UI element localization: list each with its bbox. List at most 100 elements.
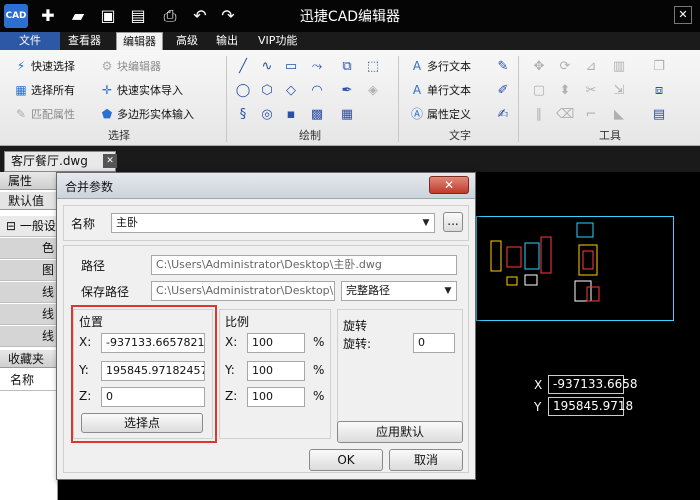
polygon-entity-input-button[interactable]: ⬟ 多边形实体输入 xyxy=(100,104,194,124)
path-mode-select[interactable]: 完整路径 ▼ xyxy=(341,281,457,301)
text-edit-icon[interactable]: ✐ xyxy=(494,82,512,100)
prop-row-color[interactable]: 色 xyxy=(0,238,58,259)
save-path-label: 保存路径 xyxy=(81,285,130,299)
ring-icon[interactable]: ◎ xyxy=(258,106,276,124)
apply-default-button[interactable]: 应用默认 xyxy=(337,421,463,443)
dialog-close-button[interactable]: ✕ xyxy=(429,176,469,194)
explode-icon[interactable]: ⧈ xyxy=(650,82,668,100)
block-editor-button[interactable]: ⚙ 块编辑器 xyxy=(100,56,161,76)
mtext-label: 多行文本 xyxy=(427,60,471,73)
circle-icon[interactable]: ◯ xyxy=(234,82,252,100)
cancel-button[interactable]: 取消 xyxy=(389,449,463,471)
scale-x-unit: % xyxy=(313,335,325,349)
coord-x-label: X xyxy=(534,378,543,392)
name-value: 主卧 xyxy=(116,216,138,229)
offset-icon[interactable]: ∥ xyxy=(530,106,548,124)
attrdef-icon: Ⓐ xyxy=(410,107,423,121)
erase-icon[interactable]: ⌫ xyxy=(556,106,574,124)
scale-x-label: X: xyxy=(225,335,238,349)
prop-row-lineweight[interactable]: 线 xyxy=(0,326,58,347)
browse-button[interactable]: ... xyxy=(443,212,463,232)
group-label-select: 选择 xyxy=(108,129,130,142)
rectangle-icon[interactable]: ▭ xyxy=(282,58,300,76)
ok-button[interactable]: OK xyxy=(309,449,383,471)
group-label-tools: 工具 xyxy=(599,129,621,142)
scale-icon[interactable]: ▢ xyxy=(530,82,548,100)
trim-icon[interactable]: ✂ xyxy=(582,82,600,100)
pen-icon[interactable]: ✒ xyxy=(338,82,356,100)
insert-block-icon[interactable]: ⧉ xyxy=(338,58,356,76)
menu-viewer[interactable]: 查看器 xyxy=(62,32,107,50)
window-close-button[interactable]: ✕ xyxy=(674,6,692,24)
prop-row-layer[interactable]: 图 xyxy=(0,260,58,281)
menu-bar: 文件 查看器 编辑器 高级 输出 VIP功能 xyxy=(0,32,700,50)
document-tab-name: 客厅餐厅.dwg xyxy=(11,154,88,168)
chevron-down-icon: ▼ xyxy=(422,218,430,228)
prop-row-linescale[interactable]: 线 xyxy=(0,304,58,325)
select-all-button[interactable]: ▦ 选择所有 xyxy=(14,80,75,100)
polyline-icon[interactable]: ∿ xyxy=(258,58,276,76)
default-values-header[interactable]: 默认值 xyxy=(0,192,58,210)
image-icon[interactable]: ▩ xyxy=(308,106,326,124)
text-style-icon[interactable]: ✎ xyxy=(494,58,512,76)
rotate-icon[interactable]: ⟳ xyxy=(556,58,574,76)
close-tab-icon[interactable]: ✕ xyxy=(103,154,117,168)
match-props-button[interactable]: ✎ 匹配属性 xyxy=(14,104,75,124)
menu-output[interactable]: 输出 xyxy=(210,32,244,50)
scale-z-unit: % xyxy=(313,389,325,403)
copy-icon[interactable]: ❐ xyxy=(650,58,668,76)
chamfer-icon[interactable]: ◣ xyxy=(610,106,628,124)
stext-button[interactable]: A 单行文本 xyxy=(410,80,471,100)
coord-y-label: Y xyxy=(534,400,542,414)
quick-select-label: 快速选择 xyxy=(31,60,75,73)
rotation-label: 旋转 xyxy=(343,319,368,333)
general-section[interactable]: ⊟ 一般设 xyxy=(0,216,58,237)
diamond-icon[interactable]: ◇ xyxy=(282,82,300,100)
scale-label: 比例 xyxy=(225,315,250,329)
extend-icon[interactable]: ⇲ xyxy=(610,82,628,100)
polygon-draw-icon[interactable]: ⬡ xyxy=(258,82,276,100)
spell-check-icon[interactable]: ✍ xyxy=(494,106,512,124)
menu-vip[interactable]: VIP功能 xyxy=(252,32,303,50)
properties-header[interactable]: 属性 xyxy=(0,172,58,190)
path-field[interactable]: C:\Users\Administrator\Desktop\主卧.dwg xyxy=(151,255,457,275)
rotation-field-label: 旋转: xyxy=(343,337,372,351)
favorites-name-column: 名称 xyxy=(0,370,58,391)
region-icon[interactable]: ◈ xyxy=(364,82,382,100)
favorites-header[interactable]: 收藏夹 xyxy=(0,350,58,368)
stretch-icon[interactable]: ⬍ xyxy=(556,82,574,100)
scale-y-unit: % xyxy=(313,363,325,377)
save-path-field[interactable]: C:\Users\Administrator\Desktop\主卧 xyxy=(151,281,335,301)
rotation-input[interactable]: 0 xyxy=(413,333,455,353)
menu-editor[interactable]: 编辑器 xyxy=(116,32,163,50)
table-icon[interactable]: ▦ xyxy=(338,106,356,124)
move-icon[interactable]: ✥ xyxy=(530,58,548,76)
hatch-icon[interactable]: ⬚ xyxy=(364,58,382,76)
calculator-icon[interactable]: ▤ xyxy=(650,106,668,124)
scale-y-input[interactable]: 100 xyxy=(247,361,305,381)
point-icon[interactable]: ▪ xyxy=(282,106,300,124)
position-highlight-box xyxy=(71,305,217,443)
arc-icon[interactable]: ◠ xyxy=(308,82,326,100)
scale-z-input[interactable]: 100 xyxy=(247,387,305,407)
plus-icon: ✛ xyxy=(101,83,113,97)
quick-select-button[interactable]: ⚡ 快速选择 xyxy=(14,56,75,76)
name-select[interactable]: 主卧 ▼ xyxy=(111,213,435,233)
mtext-button[interactable]: A 多行文本 xyxy=(410,56,471,76)
stext-label: 单行文本 xyxy=(427,84,471,97)
attrdef-button[interactable]: Ⓐ 属性定义 xyxy=(410,104,471,124)
menu-file[interactable]: 文件 xyxy=(0,32,60,50)
array-icon[interactable]: ▥ xyxy=(610,58,628,76)
line-icon[interactable]: ╱ xyxy=(234,58,252,76)
prop-row-linetype[interactable]: 线 xyxy=(0,282,58,303)
ribbon-separator xyxy=(398,56,399,142)
fillet-icon[interactable]: ⌐ xyxy=(582,106,600,124)
document-tab[interactable]: 客厅餐厅.dwg ✕ xyxy=(4,151,117,172)
mirror-icon[interactable]: ⊿ xyxy=(582,58,600,76)
cad-drawing-preview xyxy=(490,222,600,302)
menu-advanced[interactable]: 高级 xyxy=(170,32,204,50)
spline-icon[interactable]: ⤳ xyxy=(308,58,326,76)
ellipse-icon[interactable]: § xyxy=(234,106,252,124)
scale-x-input[interactable]: 100 xyxy=(247,333,305,353)
quick-entity-import-button[interactable]: ✛ 快速实体导入 xyxy=(100,80,183,100)
